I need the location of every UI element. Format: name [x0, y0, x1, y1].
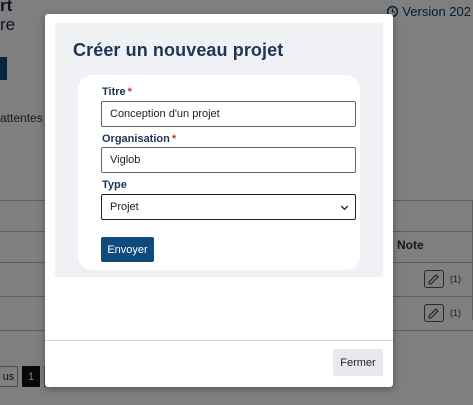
project-form: Titre * Conception d'un projet Organisati… — [78, 75, 360, 270]
organisation-label: Organisation * — [102, 133, 177, 145]
modal-footer-divider — [45, 340, 393, 341]
required-marker: * — [171, 133, 177, 145]
submit-button[interactable]: Envoyer — [101, 237, 154, 262]
modal-body: Créer un nouveau projet Titre * Conceptio… — [55, 23, 383, 277]
create-project-modal: Créer un nouveau projet Titre * Conceptio… — [45, 14, 393, 387]
chevron-down-icon — [340, 205, 349, 210]
type-selected-value: Projet — [110, 201, 139, 213]
modal-title: Créer un nouveau projet — [73, 40, 284, 60]
required-marker: * — [127, 86, 132, 98]
titre-label: Titre * — [102, 86, 132, 98]
organisation-input[interactable]: Viglob — [101, 147, 356, 173]
titre-input[interactable]: Conception d'un projet — [101, 101, 356, 127]
type-label: Type — [102, 179, 127, 191]
type-select[interactable]: Projet — [101, 194, 356, 220]
close-button[interactable]: Fermer — [333, 349, 383, 376]
